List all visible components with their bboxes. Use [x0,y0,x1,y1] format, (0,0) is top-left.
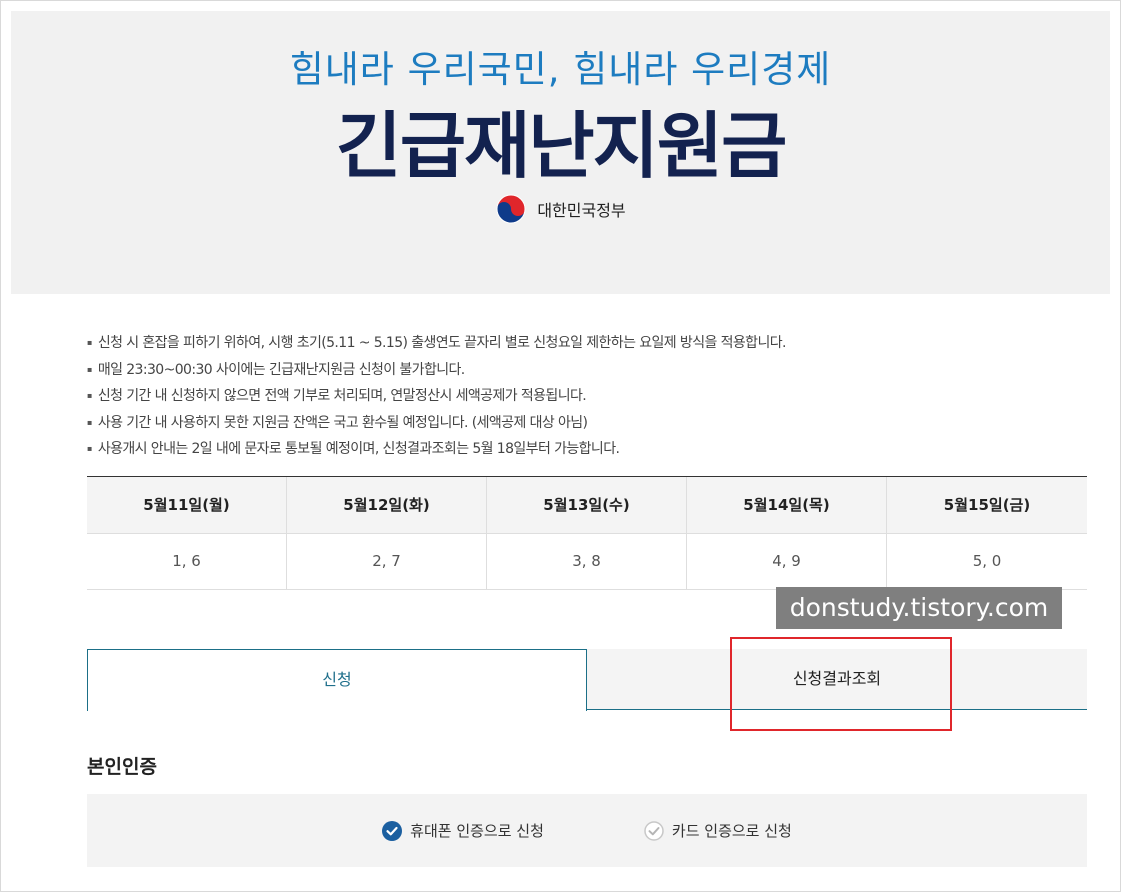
tab-apply[interactable]: 신청 [87,649,587,711]
hero-banner: 힘내라 우리국민, 힘내라 우리경제 긴급재난지원금 대한민국정부 [11,11,1110,294]
schedule-digits-cell: 5, 0 [887,534,1087,590]
auth-option-phone[interactable]: 휴대폰 인증으로 신청 [382,820,544,841]
notice-item: 신청 기간 내 신청하지 않으면 전액 기부로 처리되며, 연말정산시 세액공제… [87,383,1087,410]
taegeuk-icon [496,194,526,224]
notice-item: 사용개시 안내는 2일 내에 문자로 통보될 예정이며, 신청결과조회는 5월 … [87,436,1087,463]
highlight-box [730,637,952,731]
schedule-day-header: 5월15일(금) [887,477,1087,534]
schedule-day-header: 5월14일(목) [687,477,887,534]
schedule-day-header: 5월11일(월) [87,477,287,534]
auth-option-card-label: 카드 인증으로 신청 [671,822,792,840]
notice-list: 신청 시 혼잡을 피하기 위하여, 시행 초기(5.11 ~ 5.15) 출생연… [87,330,1087,463]
page-title: 긴급재난지원금 [335,104,788,188]
schedule-digits-cell: 1, 6 [87,534,287,590]
notice-item: 신청 시 혼잡을 피하기 위하여, 시행 초기(5.11 ~ 5.15) 출생연… [87,330,1087,357]
gov-name: 대한민국정부 [537,201,626,220]
watermark: donstudy.tistory.com [776,587,1062,629]
auth-option-phone-label: 휴대폰 인증으로 신청 [410,822,544,840]
schedule-day-header: 5월12일(화) [287,477,487,534]
check-circle-outline-icon [644,820,664,841]
check-circle-filled-icon [382,820,403,841]
gov-logo: 대한민국정부 [11,193,1110,225]
auth-option-card[interactable]: 카드 인증으로 신청 [644,820,792,841]
notice-item: 매일 23:30~00:30 사이에는 긴급재난지원금 신청이 불가합니다. [87,357,1087,384]
schedule-digits-cell: 2, 7 [287,534,487,590]
notice-item: 사용 기간 내 사용하지 못한 지원금 잔액은 국고 환수될 예정입니다. (세… [87,410,1087,437]
section-title-auth: 본인인증 [87,756,157,778]
schedule-table: 5월11일(월) 5월12일(화) 5월13일(수) 5월14일(목) 5월15… [87,476,1087,590]
slogan: 힘내라 우리국민, 힘내라 우리경제 [289,48,832,91]
schedule-day-header: 5월13일(수) [487,477,687,534]
auth-options: 휴대폰 인증으로 신청 카드 인증으로 신청 [87,794,1087,867]
schedule-digits-cell: 3, 8 [487,534,687,590]
schedule-digits-cell: 4, 9 [687,534,887,590]
